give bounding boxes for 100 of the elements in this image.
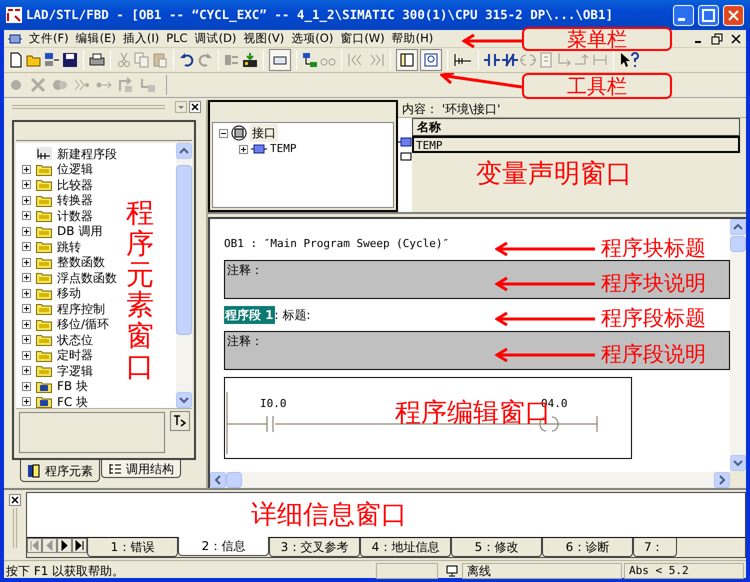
last-tab-icon[interactable] bbox=[72, 538, 87, 553]
details-tab[interactable]: 2：信息 bbox=[178, 537, 269, 556]
scrollbar[interactable] bbox=[210, 472, 730, 488]
expand-icon[interactable] bbox=[22, 350, 31, 360]
expand-icon[interactable] bbox=[22, 273, 31, 282]
download-icon[interactable] bbox=[242, 52, 258, 68]
maximize-button[interactable] bbox=[698, 4, 719, 26]
tree-item[interactable]: 计数器 bbox=[57, 208, 93, 223]
network-icon[interactable] bbox=[302, 52, 318, 68]
folder-icon bbox=[36, 256, 52, 269]
scroll-down-icon[interactable] bbox=[730, 455, 746, 471]
menu-item[interactable]: 调试(D) bbox=[194, 30, 236, 48]
tree-item[interactable]: 新建程序段 bbox=[57, 146, 117, 161]
tree-item[interactable]: 接口 bbox=[250, 124, 278, 142]
details-tab[interactable]: 5：修改 bbox=[451, 538, 542, 557]
tree-item[interactable]: 移位/循环 bbox=[57, 317, 110, 332]
details-tab[interactable]: 6：诊断 bbox=[542, 538, 633, 557]
zoom-window-button[interactable] bbox=[420, 49, 442, 71]
content-path: 内容： '环境\接口' bbox=[398, 100, 746, 118]
expand-icon[interactable] bbox=[239, 144, 248, 154]
callout-label: 程序元素窗口 bbox=[126, 198, 154, 383]
expand-icon[interactable] bbox=[22, 211, 31, 220]
window-toggle-button[interactable] bbox=[396, 49, 418, 71]
tree-item[interactable]: FB 块 bbox=[57, 379, 88, 394]
expand-icon[interactable] bbox=[22, 242, 31, 252]
scrollbar[interactable] bbox=[730, 219, 746, 471]
menu-item[interactable]: 选项(O) bbox=[291, 30, 334, 48]
panel-tab[interactable]: 程序元素 bbox=[20, 460, 100, 482]
close-icon[interactable] bbox=[9, 494, 21, 506]
tree-item[interactable]: 定时器 bbox=[57, 348, 93, 362]
close-button[interactable] bbox=[723, 4, 744, 26]
tree-item[interactable]: 转换器 bbox=[57, 193, 93, 208]
expand-icon[interactable] bbox=[22, 304, 31, 314]
expand-icon[interactable] bbox=[22, 382, 31, 391]
save-icon[interactable] bbox=[62, 52, 78, 68]
close-icon[interactable] bbox=[730, 32, 742, 44]
expand-icon[interactable] bbox=[22, 397, 31, 406]
scroll-thumb[interactable] bbox=[226, 472, 242, 488]
minimize-button[interactable] bbox=[673, 4, 694, 26]
folder-icon bbox=[36, 302, 52, 316]
tree-item[interactable]: 字逻辑 bbox=[57, 364, 93, 378]
expand-icon[interactable] bbox=[22, 196, 31, 205]
closed-contact-icon[interactable] bbox=[502, 52, 518, 68]
undo-icon[interactable] bbox=[179, 52, 195, 68]
panel-tab[interactable]: 调用结构 bbox=[101, 460, 181, 478]
menu-item[interactable]: PLC bbox=[166, 30, 188, 48]
tree-item[interactable]: 状态位 bbox=[57, 332, 93, 347]
tree-item[interactable]: 程序控制 bbox=[57, 302, 105, 316]
table-cell[interactable]: TEMP bbox=[412, 136, 740, 153]
expand-icon[interactable] bbox=[22, 180, 31, 190]
expand-icon[interactable] bbox=[22, 320, 31, 329]
close-icon[interactable] bbox=[189, 101, 201, 113]
ladder-network-icon[interactable] bbox=[453, 52, 473, 68]
details-tab[interactable]: 1：错误 bbox=[87, 538, 178, 557]
menu-item[interactable]: 插入(I) bbox=[122, 30, 160, 48]
scrollbar[interactable] bbox=[176, 143, 192, 408]
help-pointer-icon[interactable] bbox=[619, 52, 639, 68]
new-file-icon[interactable] bbox=[8, 52, 24, 68]
expand-icon[interactable] bbox=[22, 226, 31, 236]
expand-icon[interactable] bbox=[22, 335, 31, 344]
print-icon[interactable] bbox=[89, 52, 105, 68]
tree-item[interactable]: FC 块 bbox=[57, 394, 88, 408]
scroll-right-icon[interactable] bbox=[714, 472, 730, 488]
scroll-thumb[interactable] bbox=[176, 165, 192, 335]
menu-item[interactable]: 文件(F) bbox=[29, 30, 69, 48]
tree-item[interactable]: 位逻辑 bbox=[57, 162, 93, 176]
details-tab[interactable]: 4：地址信息 bbox=[360, 538, 451, 557]
scroll-down-icon[interactable] bbox=[176, 392, 192, 408]
network-label[interactable]: 程序段 1 bbox=[224, 306, 275, 324]
tree-item[interactable]: 整数函数 bbox=[57, 255, 105, 270]
menu-item[interactable]: 编辑(E) bbox=[76, 30, 116, 48]
scroll-up-icon[interactable] bbox=[176, 143, 192, 159]
tree-item[interactable]: TEMP bbox=[270, 140, 296, 158]
contact-icon[interactable] bbox=[484, 52, 500, 68]
expand-icon[interactable] bbox=[22, 366, 31, 376]
menu-item[interactable]: 窗口(W) bbox=[340, 30, 385, 48]
tree-item[interactable]: 比较器 bbox=[57, 178, 93, 192]
collapse-icon[interactable] bbox=[219, 128, 228, 138]
scroll-up-icon[interactable] bbox=[730, 219, 746, 235]
insert-icon[interactable] bbox=[170, 411, 190, 431]
scroll-thumb[interactable] bbox=[730, 236, 746, 252]
tree-item[interactable]: 移动 bbox=[57, 286, 81, 300]
restore-icon[interactable] bbox=[711, 32, 723, 44]
tree-item[interactable]: 跳转 bbox=[57, 240, 81, 254]
scroll-left-icon[interactable] bbox=[210, 472, 226, 488]
menu-item[interactable]: 视图(V) bbox=[243, 30, 284, 48]
expand-icon[interactable] bbox=[22, 164, 31, 174]
tree-item[interactable]: DB 调用 bbox=[57, 224, 102, 238]
first-tab-icon[interactable] bbox=[27, 538, 42, 553]
tree-item[interactable]: 浮点数函数 bbox=[57, 270, 117, 285]
details-tab[interactable]: 3：交叉参考 bbox=[269, 538, 360, 557]
ladder-icon bbox=[36, 147, 52, 160]
computer-icon[interactable] bbox=[44, 52, 60, 68]
expand-icon[interactable] bbox=[22, 258, 31, 267]
status-text: 按下 F1 以获取帮助。 bbox=[6, 562, 126, 580]
next-tab-icon[interactable] bbox=[57, 538, 72, 553]
menu-item[interactable]: 帮助(H) bbox=[392, 30, 434, 48]
details-tab[interactable]: 7： bbox=[633, 538, 677, 557]
expand-icon[interactable] bbox=[22, 288, 31, 298]
comment-toggle-button[interactable] bbox=[269, 49, 291, 71]
